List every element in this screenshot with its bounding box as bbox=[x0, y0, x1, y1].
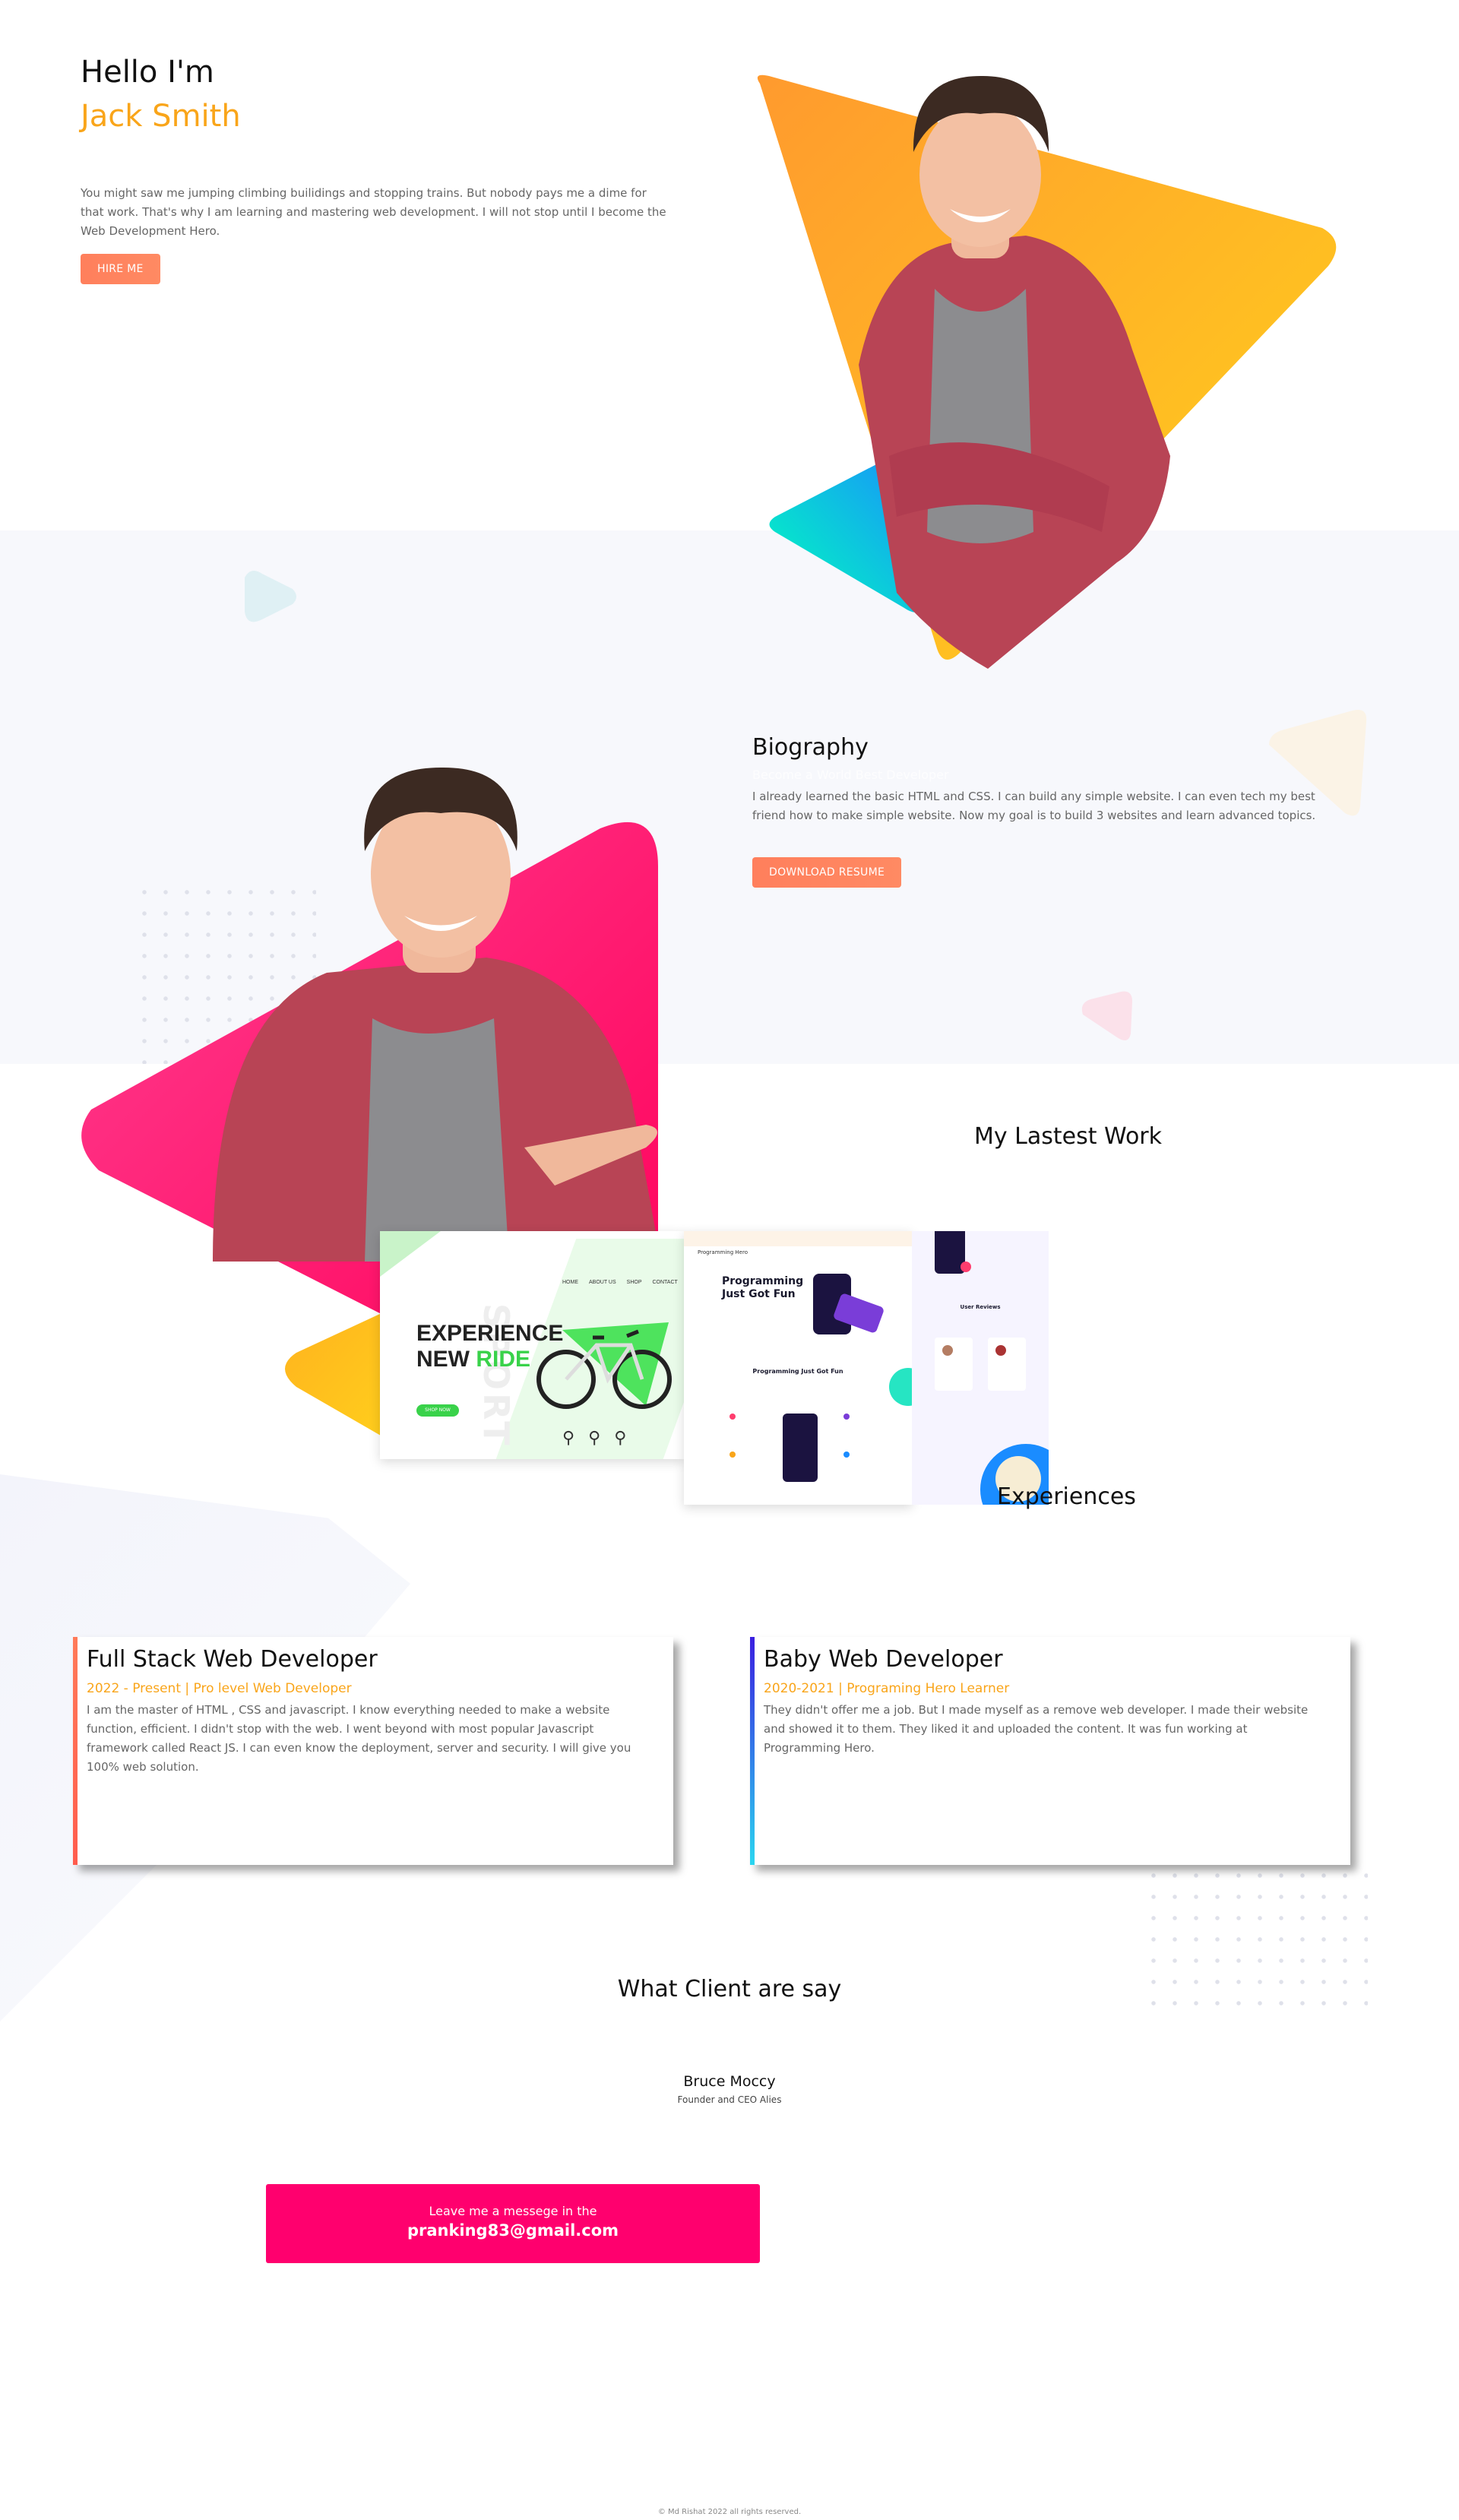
experience-description: I am the master of HTML , CSS and javasc… bbox=[87, 1703, 631, 1774]
contact-label: Leave me a messege in the bbox=[429, 2204, 597, 2218]
preview-headline-line2: NEW bbox=[416, 1347, 470, 1372]
footer-copyright: © Md Rishat 2022 all rights reserved. bbox=[657, 2508, 802, 2516]
preview-brand: Programming Hero bbox=[698, 1249, 748, 1255]
project-preview-programming-hero[interactable]: Programming Hero Programming Just Got Fu… bbox=[684, 1231, 912, 1505]
download-resume-button[interactable]: DOWNLOAD RESUME bbox=[752, 857, 902, 888]
preview-shop-button: SHOP NOW bbox=[416, 1404, 459, 1417]
experience-meta: 2020-2021 | Programing Hero Learner bbox=[764, 1681, 1010, 1696]
hero-greeting: Hello I'm bbox=[81, 55, 214, 90]
preview-nav: HOME ABOUT US SHOP CONTACT bbox=[562, 1280, 678, 1285]
hero-intro: You might saw me jumping climbing builid… bbox=[81, 186, 666, 238]
experience-card: Full Stack Web Developer 2022 - Present … bbox=[73, 1637, 673, 1865]
experience-card: Baby Web Developer 2020-2021 | Programin… bbox=[750, 1637, 1350, 1865]
experience-description: They didn't offer me a job. But I made m… bbox=[764, 1703, 1309, 1755]
preview-section-title: User Reviews bbox=[960, 1304, 1001, 1310]
triangle-decoration-light-teal bbox=[245, 571, 296, 622]
client-role: Founder and CEO Alies bbox=[677, 2094, 782, 2105]
hero-name: Jack Smith bbox=[81, 99, 241, 134]
experience-meta: 2022 - Present | Pro level Web Developer bbox=[87, 1681, 352, 1696]
preview-headline-accent: RIDE bbox=[476, 1347, 531, 1372]
preview-nav-item: HOME bbox=[562, 1280, 578, 1285]
client-name: Bruce Moccy bbox=[683, 2073, 776, 2090]
contact-email: pranking83@gmail.com bbox=[407, 2221, 619, 2240]
experience-card-accent bbox=[750, 1637, 755, 1865]
experience-card-accent bbox=[73, 1637, 78, 1865]
phone-mockup bbox=[783, 1414, 818, 1482]
clients-title: What Client are say bbox=[617, 1976, 842, 2002]
experience-title: Full Stack Web Developer bbox=[87, 1646, 378, 1673]
latest-work-gallery: HOME ABOUT US SHOP CONTACT SPORT EXPERIE… bbox=[380, 1231, 1049, 1505]
preview-nav-item: CONTACT bbox=[652, 1280, 678, 1285]
experience-title: Baby Web Developer bbox=[764, 1646, 1003, 1673]
project-preview-bike-shop[interactable]: HOME ABOUT US SHOP CONTACT SPORT EXPERIE… bbox=[380, 1231, 684, 1459]
preview-headline: Programming Just Got Fun bbox=[722, 1275, 804, 1300]
experiences-title: Experiences bbox=[997, 1483, 1136, 1510]
bicycle-icon bbox=[536, 1322, 672, 1409]
bicycle-icon: ⚲ bbox=[562, 1429, 575, 1448]
bicycle-icon: ⚲ bbox=[588, 1429, 601, 1448]
hire-me-button[interactable]: HIRE ME bbox=[81, 254, 160, 284]
preview-section-title: Programming Just Got Fun bbox=[752, 1368, 843, 1375]
latest-work-title: My Lastest Work bbox=[974, 1123, 1163, 1150]
biography-subtitle: Become a World Best Developer bbox=[752, 768, 949, 782]
bicycle-icon: ⚲ bbox=[614, 1429, 627, 1448]
preview-nav-item: SHOP bbox=[626, 1280, 642, 1285]
project-preview-reviews[interactable]: User Reviews bbox=[912, 1231, 1049, 1505]
biography-title: Biography bbox=[752, 734, 869, 761]
bike-thumbnails: ⚲ ⚲ ⚲ bbox=[562, 1429, 626, 1448]
biography-text: I already learned the basic HTML and CSS… bbox=[752, 790, 1316, 822]
triangle-decoration-light-pink bbox=[1081, 991, 1132, 1040]
preview-nav-item: ABOUT US bbox=[589, 1280, 616, 1285]
contact-email-button[interactable]: Leave me a messege in the pranking83@gma… bbox=[266, 2184, 760, 2263]
